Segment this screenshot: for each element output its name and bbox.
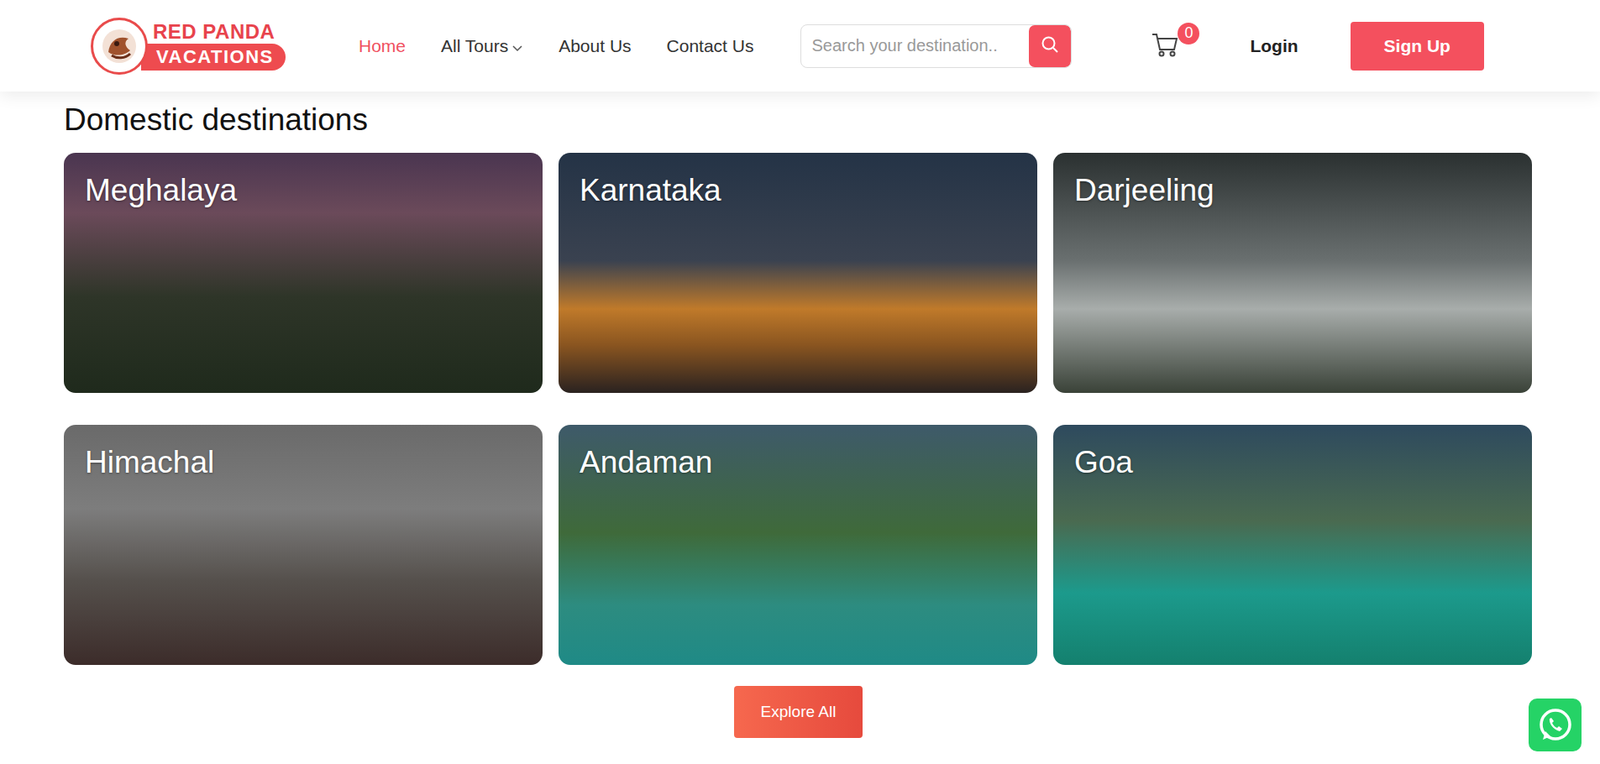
destination-card[interactable]: Andaman	[558, 424, 1038, 666]
destination-card[interactable]: Himachal	[63, 424, 543, 666]
nav-label: All Tours	[440, 36, 509, 57]
cart-badge: 0	[1177, 22, 1200, 45]
panda-icon	[90, 17, 148, 75]
search-icon	[1040, 35, 1060, 58]
signup-button[interactable]: Sign Up	[1350, 21, 1485, 71]
nav-label: About Us	[558, 36, 631, 57]
logo-text: RED PANDAVACATIONS	[141, 20, 286, 71]
nav-item[interactable]: About Us	[558, 36, 631, 57]
card-title: Karnataka	[579, 173, 1017, 209]
nav-label: Contact Us	[666, 36, 755, 57]
header: RED PANDAVACATIONS Home All Tours About Us C…	[0, 0, 1600, 92]
logo[interactable]: RED PANDAVACATIONS	[90, 17, 301, 75]
cart-icon	[1150, 31, 1180, 62]
nav-item[interactable]: Home	[358, 36, 406, 57]
search-box	[800, 24, 1072, 69]
card-title: Darjeeling	[1074, 173, 1511, 209]
whatsapp-icon[interactable]	[1528, 698, 1582, 752]
explore-wrap: Explore All	[63, 686, 1533, 739]
explore-all-button[interactable]: Explore All	[734, 686, 864, 739]
search-input[interactable]	[801, 36, 1029, 56]
destination-grid: Meghalaya Karnataka Darjeeling Himachal Anda…	[63, 152, 1533, 666]
search-button[interactable]	[1028, 25, 1071, 68]
destination-card[interactable]: Darjeeling	[1053, 152, 1532, 394]
destination-card[interactable]: Goa	[1053, 424, 1532, 666]
destination-card[interactable]: Karnataka	[558, 152, 1038, 394]
card-title: Meghalaya	[84, 173, 522, 209]
card-title: Andaman	[579, 445, 1017, 481]
logo-top-text: RED PANDA	[141, 20, 286, 43]
section-title: Domestic destinations	[63, 101, 1533, 139]
card-title: Goa	[1074, 445, 1511, 481]
chevron-down-icon[interactable]	[511, 36, 524, 57]
logo-bottom-text: VACATIONS	[141, 43, 286, 71]
nav: Home All Tours About Us Contact Us	[358, 36, 754, 57]
destinations-section: Domestic destinations Meghalaya Karnataka D…	[0, 91, 1600, 739]
nav-item[interactable]: Contact Us	[666, 36, 755, 57]
nav-label: Home	[358, 36, 406, 57]
login-link[interactable]: Login	[1249, 36, 1298, 57]
cart-button[interactable]: 0	[1150, 29, 1185, 63]
destination-card[interactable]: Meghalaya	[63, 152, 543, 394]
card-title: Himachal	[84, 445, 522, 481]
nav-item[interactable]: All Tours	[440, 36, 524, 57]
